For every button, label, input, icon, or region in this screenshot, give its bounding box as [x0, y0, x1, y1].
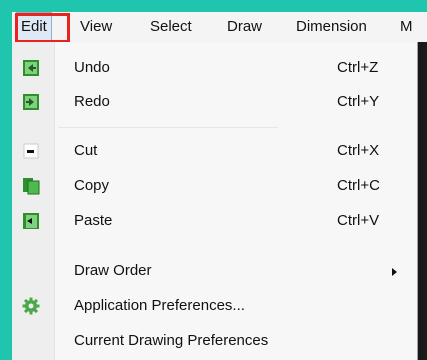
menu-item-cut[interactable]: Cut Ctrl+X [12, 136, 417, 166]
menu-item-current-drawing-preferences[interactable]: Current Drawing Preferences [12, 326, 417, 356]
menu-separator [58, 127, 278, 128]
paste-icon [23, 213, 39, 229]
menu-item-application-preferences[interactable]: Application Preferences... [12, 291, 417, 321]
paste-label: Paste [74, 212, 113, 229]
menu-select[interactable]: Select [146, 12, 196, 42]
menu-edit[interactable]: Edit [16, 12, 52, 42]
draw-order-label: Draw Order [74, 262, 152, 279]
redo-label: Redo [74, 93, 110, 110]
paste-shortcut: Ctrl+V [337, 212, 380, 229]
menu-item-draw-order[interactable]: Draw Order [12, 256, 417, 286]
menu-item-paste[interactable]: Paste Ctrl+V [12, 206, 417, 236]
copy-label: Copy [74, 177, 110, 194]
redo-shortcut: Ctrl+Y [337, 93, 380, 110]
cut-icon [23, 143, 39, 159]
gear-icon [22, 297, 40, 315]
application-preferences-label: Application Preferences... [74, 297, 245, 314]
copy-icon [23, 178, 40, 195]
menu-view[interactable]: View [76, 12, 116, 42]
submenu-arrow-icon [392, 268, 397, 276]
menu-draw[interactable]: Draw [223, 12, 266, 42]
menu-item-copy[interactable]: Copy Ctrl+C [12, 171, 417, 201]
current-drawing-preferences-label: Current Drawing Preferences [74, 332, 269, 349]
redo-icon [23, 94, 39, 110]
undo-label: Undo [74, 59, 110, 76]
edit-dropdown-menu: Undo Ctrl+Z Redo Ctrl+Y Cut Ctrl+X Copy … [12, 42, 418, 360]
menu-dimension[interactable]: Dimension [292, 12, 371, 42]
cut-shortcut: Ctrl+X [337, 142, 380, 159]
copy-shortcut: Ctrl+C [337, 177, 380, 194]
canvas-edge [417, 42, 427, 360]
menu-more[interactable]: M [396, 12, 417, 42]
cut-label: Cut [74, 142, 98, 159]
menu-item-undo[interactable]: Undo Ctrl+Z [12, 53, 417, 83]
undo-icon [23, 60, 39, 76]
menu-item-redo[interactable]: Redo Ctrl+Y [12, 87, 417, 117]
menu-bar: Edit View Select Draw Dimension M [12, 12, 427, 43]
undo-shortcut: Ctrl+Z [337, 59, 379, 76]
